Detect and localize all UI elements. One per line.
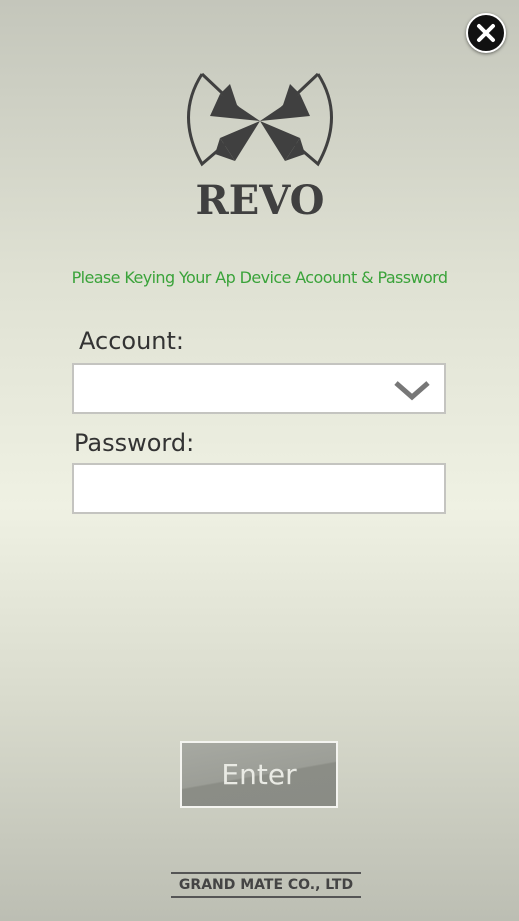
close-button[interactable] bbox=[466, 13, 506, 53]
account-dropdown[interactable] bbox=[72, 363, 446, 414]
password-label: Password: bbox=[74, 429, 195, 457]
revo-logo: REVO bbox=[180, 66, 340, 225]
password-input[interactable] bbox=[72, 463, 446, 514]
svg-text:REVO: REVO bbox=[196, 177, 325, 221]
chevron-down-icon[interactable] bbox=[392, 379, 432, 401]
account-label: Account: bbox=[79, 327, 184, 355]
instruction-text: Please Keying Your Ap Device Acoount & P… bbox=[71, 268, 448, 287]
company-footer: GRAND MATE CO., LTD bbox=[171, 872, 361, 898]
close-icon bbox=[477, 24, 495, 42]
enter-button[interactable]: Enter bbox=[180, 741, 338, 808]
